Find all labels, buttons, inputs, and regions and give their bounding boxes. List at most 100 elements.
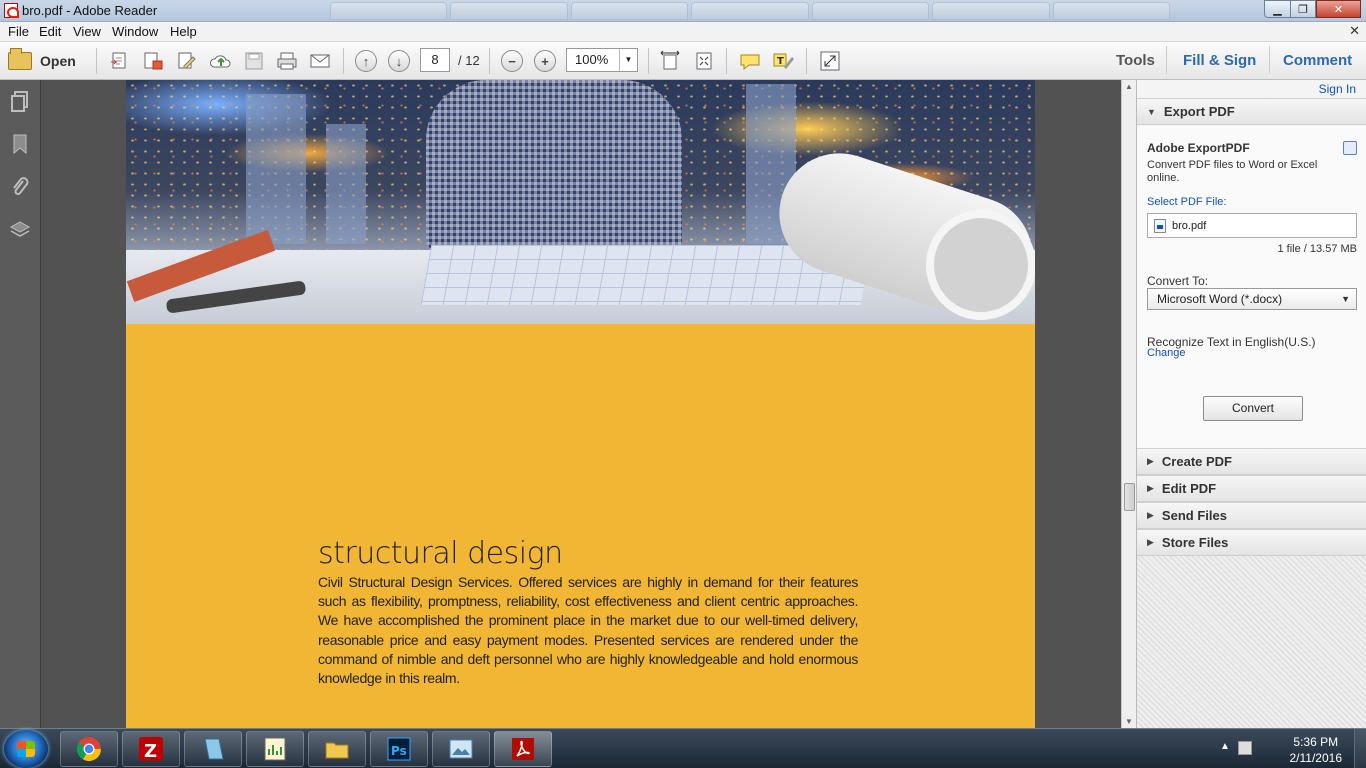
page-thumbnails-icon[interactable] <box>9 90 31 112</box>
send-files-section-header[interactable]: ▶ Send Files <box>1137 502 1366 529</box>
show-hidden-icons-icon[interactable]: ▲ <box>1220 741 1230 752</box>
engineer-figure <box>426 80 682 250</box>
svg-text:T: T <box>777 56 784 67</box>
minimize-button[interactable]: ▁ <box>1264 0 1290 18</box>
store-files-label: Store Files <box>1161 535 1229 550</box>
clock[interactable]: 5:36 PM 2/11/2016 <box>1290 734 1343 766</box>
toolbar-divider <box>726 48 727 74</box>
menu-window[interactable]: Window <box>112 24 158 39</box>
fill-sign-pane-link[interactable]: Fill & Sign <box>1183 52 1256 69</box>
selected-file-field[interactable]: bro.pdf <box>1147 213 1357 238</box>
minus-icon: − <box>501 50 523 72</box>
main-toolbar: Open ↑ ↓ − + T <box>0 42 1366 80</box>
bookmarks-icon[interactable] <box>9 133 31 155</box>
tools-side-panel: Sign In ▼ Export PDF Adobe ExportPDF Con… <box>1136 80 1366 728</box>
convert-format-select[interactable]: Microsoft Word (*.docx) ▼ <box>1147 288 1357 310</box>
folder-icon <box>325 742 349 759</box>
maximize-button[interactable]: ❐ <box>1290 0 1316 18</box>
export-title: Adobe ExportPDF <box>1147 141 1250 155</box>
menu-edit[interactable]: Edit <box>39 24 61 39</box>
full-screen-icon[interactable] <box>818 49 842 73</box>
menu-view[interactable]: View <box>73 24 101 39</box>
sign-in-link[interactable]: Sign In <box>1319 82 1356 96</box>
window-title: bro.pdf - Adobe Reader <box>22 3 158 18</box>
adobe-reader-app-icon <box>4 3 19 18</box>
change-language-link[interactable]: Change <box>1147 347 1186 359</box>
fit-width-icon[interactable] <box>658 49 682 73</box>
create-pdf-label: Create PDF <box>1161 454 1232 469</box>
menu-help[interactable]: Help <box>170 24 197 39</box>
edit-pdf-section-header[interactable]: ▶ Edit PDF <box>1137 475 1366 502</box>
print-icon[interactable] <box>275 49 299 73</box>
document-viewer[interactable]: structural design Civil Structural Desig… <box>41 80 1121 728</box>
create-pdf-icon[interactable] <box>108 49 132 73</box>
export-service-icon[interactable] <box>1343 141 1357 155</box>
document-scrollbar[interactable]: ▲ ▼ <box>1121 80 1136 728</box>
pdf-file-icon <box>1154 218 1166 233</box>
store-files-section-header[interactable]: ▶ Store Files <box>1137 529 1366 556</box>
attachment-icon[interactable] <box>9 176 31 198</box>
filezilla-icon: Z <box>139 737 163 762</box>
file-explorer-taskbar-button[interactable] <box>308 731 366 767</box>
page-number-input[interactable]: 8 <box>420 48 450 72</box>
next-page-button[interactable]: ↓ <box>387 49 411 73</box>
toolbar-divider <box>1166 46 1167 74</box>
close-document-icon[interactable]: ✕ <box>1349 23 1360 39</box>
show-desktop-button[interactable] <box>1354 729 1366 768</box>
adobe-reader-icon <box>512 738 534 760</box>
network-warning-icon[interactable] <box>1238 741 1252 755</box>
folder-icon <box>8 48 32 70</box>
photoshop-taskbar-button[interactable]: Ps <box>370 731 428 767</box>
export-pdf-header-label: Export PDF <box>1163 104 1235 119</box>
start-button[interactable] <box>4 730 48 768</box>
export-pdf-icon[interactable] <box>141 49 165 73</box>
zoom-out-button[interactable]: − <box>500 49 524 73</box>
image-viewer-taskbar-button[interactable] <box>432 731 490 767</box>
window-controls: ▁ ❐ ✕ <box>1264 0 1361 18</box>
image-viewer-icon <box>449 739 473 759</box>
zoom-in-button[interactable]: + <box>533 49 557 73</box>
chrome-taskbar-button[interactable] <box>60 731 118 767</box>
send-files-label: Send Files <box>1161 508 1227 523</box>
selected-file-name: bro.pdf <box>1172 219 1207 232</box>
close-button[interactable]: ✕ <box>1316 0 1361 18</box>
chrome-icon <box>76 737 101 762</box>
scroll-down-arrow-icon[interactable]: ▼ <box>1125 717 1133 726</box>
toolbar-divider <box>96 48 97 74</box>
collapsed-triangle-icon: ▶ <box>1147 456 1154 466</box>
adobe-reader-taskbar-button[interactable] <box>494 731 552 767</box>
scroll-up-arrow-icon[interactable]: ▲ <box>1125 82 1133 91</box>
upload-cloud-icon[interactable] <box>209 49 233 73</box>
previous-page-button[interactable]: ↑ <box>354 49 378 73</box>
filezilla-taskbar-button[interactable]: Z <box>122 731 180 767</box>
layers-icon[interactable] <box>9 219 31 241</box>
sticky-note-icon[interactable] <box>738 49 762 73</box>
chart-app-icon <box>264 737 286 761</box>
notepad-app-icon <box>204 738 224 760</box>
pdf-page: structural design Civil Structural Desig… <box>126 80 1035 728</box>
chart-app-taskbar-button[interactable] <box>246 731 304 767</box>
email-icon[interactable] <box>308 49 332 73</box>
highlight-text-icon[interactable]: T <box>771 49 795 73</box>
svg-text:Ps: Ps <box>391 744 407 758</box>
arrow-down-icon: ↓ <box>388 50 410 72</box>
fit-page-icon[interactable] <box>692 49 716 73</box>
windows-taskbar: Z Ps ▲ 5:36 PM 2/11/2016 <box>0 728 1366 768</box>
save-icon[interactable] <box>242 49 266 73</box>
tools-pane-link[interactable]: Tools <box>1116 52 1155 69</box>
chevron-down-icon: ▼ <box>1341 294 1350 304</box>
open-button[interactable]: Open <box>8 48 76 73</box>
clock-time: 5:36 PM <box>1293 735 1339 749</box>
zoom-level-select[interactable]: 100% ▼ <box>566 48 638 72</box>
edit-document-icon[interactable] <box>175 49 199 73</box>
comment-pane-link[interactable]: Comment <box>1283 52 1352 69</box>
expanded-triangle-icon: ▼ <box>1147 106 1156 117</box>
chevron-down-icon: ▼ <box>619 49 637 71</box>
convert-button[interactable]: Convert <box>1203 396 1303 421</box>
toolbar-divider <box>648 48 649 74</box>
scrollbar-thumb[interactable] <box>1124 483 1135 511</box>
export-pdf-section-header[interactable]: ▼ Export PDF <box>1137 98 1366 125</box>
notepad-app-taskbar-button[interactable] <box>184 731 242 767</box>
create-pdf-section-header[interactable]: ▶ Create PDF <box>1137 448 1366 475</box>
menu-file[interactable]: File <box>8 24 29 39</box>
